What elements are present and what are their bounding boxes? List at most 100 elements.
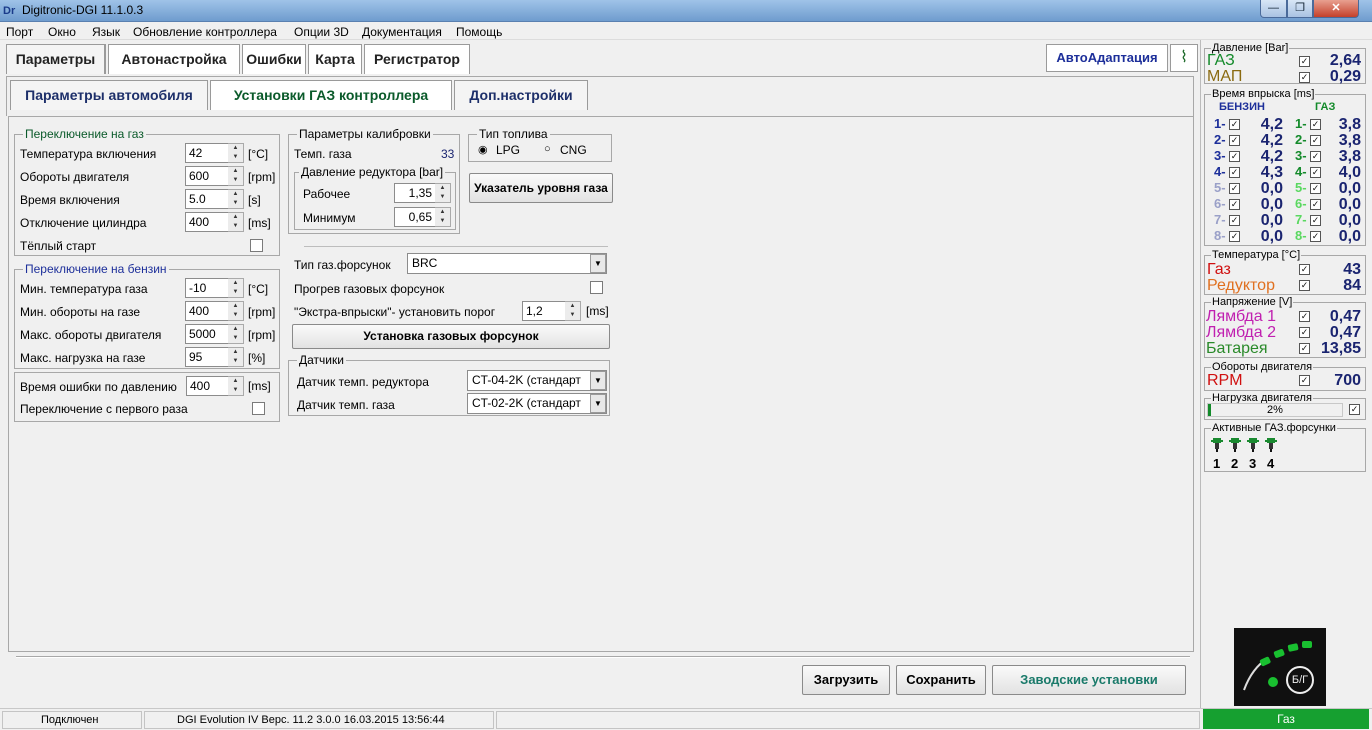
engine-rpm-input[interactable]: 600	[185, 166, 229, 186]
min-gas-rpm-input[interactable]: 400	[185, 301, 229, 321]
working-pressure-input[interactable]: 1,35	[394, 183, 436, 203]
injector-icon	[1211, 438, 1223, 452]
checkbox[interactable]: ✓	[1229, 167, 1240, 178]
menu-3d[interactable]: Опции 3D	[294, 25, 349, 39]
spin-arrows[interactable]: ▲ ▼	[435, 207, 451, 227]
menu-help[interactable]: Помощь	[456, 25, 502, 39]
spin-arrows[interactable]: ▲ ▼	[228, 166, 244, 186]
subtab-gas-controller[interactable]: Установки ГАЗ контроллера	[210, 80, 452, 110]
menu-update[interactable]: Обновление контроллера	[133, 25, 277, 39]
menu-docs[interactable]: Документация	[362, 25, 442, 39]
injector-warmup-checkbox[interactable]	[590, 281, 603, 294]
cylinder-off-input[interactable]: 400	[185, 212, 229, 232]
radio-label: LPG	[496, 143, 521, 157]
auto-adaptation-button[interactable]: АвтоАдаптация	[1046, 44, 1168, 72]
checkbox[interactable]: ✓	[1349, 404, 1360, 415]
subtab-extra-settings[interactable]: Доп.настройки	[454, 80, 588, 110]
minimize-button[interactable]: —	[1260, 0, 1287, 18]
field-label: Рабочее	[303, 187, 351, 201]
status-bar: Подключен DGI Evolution IV Верс. 11.2 3.…	[0, 708, 1372, 730]
spin-arrows[interactable]: ▲ ▼	[228, 212, 244, 232]
reducer-sensor-select[interactable]: CT-04-2K (стандарт	[467, 370, 607, 391]
min-pressure-input[interactable]: 0,65	[394, 207, 436, 227]
menu-language[interactable]: Язык	[92, 25, 120, 39]
spin-arrows[interactable]: ▲ ▼	[228, 189, 244, 209]
spin-arrows[interactable]: ▲ ▼	[228, 347, 244, 367]
mode-logo[interactable]: Б/Г	[1234, 628, 1326, 706]
cng-radio[interactable]: ○	[544, 143, 551, 155]
fuel-mode-status: Газ	[1203, 709, 1369, 729]
extra-injection-threshold-input[interactable]: 1,2	[522, 301, 566, 321]
checkbox[interactable]: ✓	[1299, 327, 1310, 338]
spin-arrows[interactable]: ▲ ▼	[228, 324, 244, 344]
menu-port[interactable]: Порт	[6, 25, 33, 39]
checkbox[interactable]: ✓	[1229, 151, 1240, 162]
radio-label: CNG	[560, 143, 587, 157]
checkbox[interactable]: ✓	[1299, 56, 1310, 67]
checkbox[interactable]: ✓	[1299, 311, 1310, 322]
checkbox[interactable]: ✓	[1229, 135, 1240, 146]
turnon-temp-input[interactable]: 42	[185, 143, 229, 163]
group-title: Активные ГАЗ.форсунки	[1211, 422, 1337, 434]
injector-type-select[interactable]: BRC	[407, 253, 607, 274]
field-label: Отключение цилиндра	[20, 216, 147, 230]
unit-label: [ms]	[248, 216, 271, 230]
checkbox[interactable]: ✓	[1299, 264, 1310, 275]
spin-arrows[interactable]: ▲ ▼	[565, 301, 581, 321]
checkbox[interactable]: ✓	[1229, 231, 1240, 242]
gas-sensor-select[interactable]: CT-02-2K (стандарт	[467, 393, 607, 414]
checkbox[interactable]: ✓	[1299, 280, 1310, 291]
injector-number: 3-	[1214, 148, 1226, 163]
pressure-error-time-input[interactable]: 400	[186, 376, 230, 396]
unit-label: [rpm]	[248, 328, 276, 342]
signal-icon[interactable]: ⌇	[1170, 44, 1198, 72]
checkbox[interactable]: ✓	[1229, 183, 1240, 194]
tab-parameters[interactable]: Параметры	[6, 44, 106, 74]
group-title: Напряжение [V]	[1211, 296, 1294, 308]
min-gas-temp-input[interactable]: -10	[185, 278, 229, 298]
field-label: Обороты двигателя	[20, 170, 130, 184]
tab-map[interactable]: Карта	[308, 44, 362, 74]
rpm-label: RPM	[1207, 372, 1243, 389]
gas-level-button[interactable]: Указатель уровня газа	[469, 173, 613, 203]
subtab-car-params[interactable]: Параметры автомобиля	[10, 80, 208, 110]
chevron-down-icon[interactable]: ▼	[590, 394, 606, 413]
chevron-down-icon[interactable]: ▼	[590, 254, 606, 273]
max-gas-load-input[interactable]: 95	[185, 347, 229, 367]
injector-number: 2-	[1214, 132, 1226, 147]
turnon-time-input[interactable]: 5.0	[185, 189, 229, 209]
spin-arrows[interactable]: ▲ ▼	[228, 376, 244, 396]
first-switch-checkbox[interactable]	[252, 402, 265, 415]
checkbox[interactable]: ✓	[1229, 119, 1240, 130]
checkbox[interactable]: ✓	[1299, 72, 1310, 83]
rpm-value: 700	[1334, 372, 1361, 389]
spin-arrows[interactable]: ▲ ▼	[228, 278, 244, 298]
active-injector-number: 1	[1213, 456, 1221, 471]
field-label: Макс. нагрузка на газе	[20, 351, 146, 365]
warm-start-checkbox[interactable]	[250, 239, 263, 252]
app-icon: Dr	[3, 5, 16, 17]
lpg-radio[interactable]: ◉	[478, 143, 488, 156]
injector-number: 2-	[1295, 132, 1307, 147]
chevron-down-icon[interactable]: ▼	[590, 371, 606, 390]
close-button[interactable]: ✕	[1313, 0, 1359, 18]
menu-window[interactable]: Окно	[48, 25, 76, 39]
spin-arrows[interactable]: ▲ ▼	[228, 301, 244, 321]
gas-injectors-setup-button[interactable]: Установка газовых форсунок	[292, 324, 610, 349]
tab-autotune[interactable]: Автонастройка	[108, 44, 240, 74]
group-title: Температура [°C]	[1211, 249, 1302, 261]
max-engine-rpm-input[interactable]: 5000	[185, 324, 229, 344]
maximize-button[interactable]: ❐	[1287, 0, 1313, 18]
save-button[interactable]: Сохранить	[896, 665, 986, 695]
petrol-injection-value: 0,0	[1260, 228, 1283, 245]
tab-recorder[interactable]: Регистратор	[364, 44, 470, 74]
tab-errors[interactable]: Ошибки	[242, 44, 306, 74]
checkbox[interactable]: ✓	[1299, 375, 1310, 386]
field-label: Тип газ.форсунок	[294, 258, 391, 272]
checkbox[interactable]: ✓	[1229, 215, 1240, 226]
checkbox[interactable]: ✓	[1229, 199, 1240, 210]
load-button[interactable]: Загрузить	[802, 665, 890, 695]
spin-arrows[interactable]: ▲ ▼	[228, 143, 244, 163]
spin-arrows[interactable]: ▲ ▼	[435, 183, 451, 203]
factory-settings-button[interactable]: Заводские установки	[992, 665, 1186, 695]
